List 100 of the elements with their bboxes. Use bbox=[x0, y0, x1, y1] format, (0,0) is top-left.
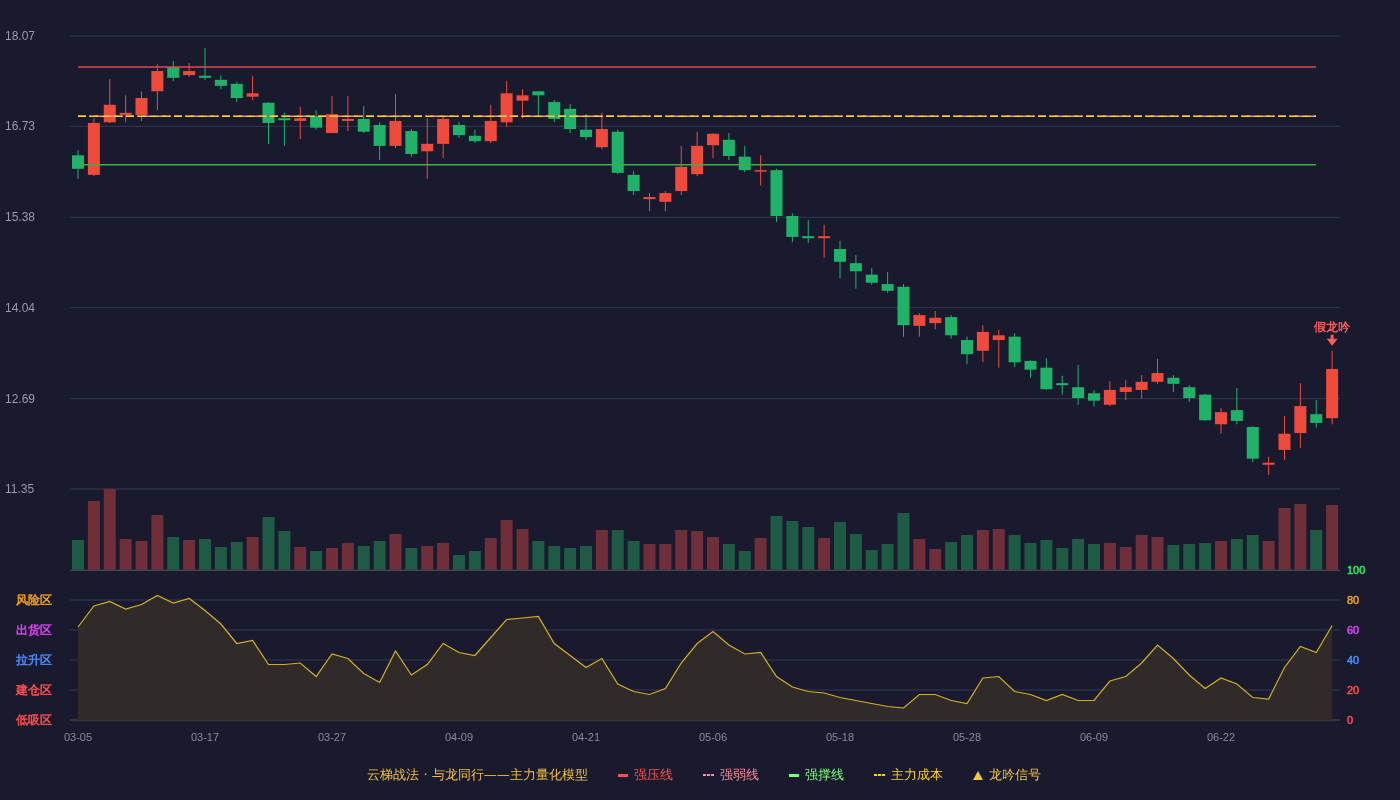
candlestick bbox=[167, 60, 180, 82]
volume-bar bbox=[326, 548, 338, 570]
candlestick bbox=[278, 112, 291, 147]
candlestick bbox=[1008, 332, 1021, 368]
volume-bar bbox=[1103, 543, 1116, 570]
candlestick bbox=[1199, 393, 1212, 422]
volume-bar bbox=[484, 538, 497, 570]
candlestick bbox=[786, 212, 799, 243]
axis-label: 15.38 bbox=[5, 210, 36, 225]
volume-bar bbox=[1024, 543, 1037, 570]
candlestick bbox=[516, 88, 529, 119]
volume-bar bbox=[802, 527, 815, 570]
candlestick bbox=[103, 78, 116, 124]
volume-bar bbox=[595, 530, 608, 570]
volume-bar bbox=[611, 530, 624, 570]
candlestick bbox=[770, 168, 783, 223]
volume-bar bbox=[1246, 535, 1259, 570]
candlestick bbox=[754, 154, 767, 187]
candlestick bbox=[1024, 359, 1037, 379]
candlestick bbox=[357, 105, 370, 134]
candlestick bbox=[389, 93, 402, 149]
volume-bar bbox=[373, 541, 386, 570]
candlestick bbox=[437, 115, 450, 159]
axis-label: 03-27 bbox=[317, 731, 347, 743]
candlestick bbox=[310, 109, 323, 131]
candlestick bbox=[1072, 364, 1085, 406]
volume-bar bbox=[437, 543, 450, 570]
zone-label: 拉升区 bbox=[16, 653, 52, 667]
volume-bar bbox=[643, 544, 656, 570]
volume-bar bbox=[246, 537, 259, 570]
volume-bar bbox=[1230, 539, 1243, 570]
zone-label: 建仓区 bbox=[16, 683, 52, 697]
axis-label: 04-09 bbox=[444, 731, 474, 743]
candlestick bbox=[183, 62, 196, 78]
volume-bar bbox=[1135, 535, 1148, 570]
legend-label: 龙吟信号 bbox=[988, 766, 1041, 784]
candlestick bbox=[532, 90, 545, 118]
volume-bar bbox=[1278, 508, 1291, 570]
axis-label: 04-21 bbox=[571, 731, 601, 743]
volume-bar bbox=[1215, 541, 1227, 570]
legend-label: 强压线 bbox=[633, 766, 673, 784]
volume-bar bbox=[87, 501, 100, 570]
candlestick bbox=[1183, 384, 1196, 403]
volume-bar bbox=[818, 538, 831, 570]
volume-bar bbox=[1119, 547, 1132, 570]
axis-label: 06-22 bbox=[1206, 731, 1236, 743]
volume-bar bbox=[865, 550, 878, 570]
volume-bar bbox=[707, 537, 719, 570]
volume-bar bbox=[929, 549, 942, 570]
candlestick bbox=[1040, 357, 1053, 391]
volume-bar bbox=[992, 529, 1005, 570]
candlestick bbox=[564, 103, 577, 134]
candlestick bbox=[961, 336, 973, 365]
volume-bar bbox=[675, 530, 688, 570]
candlestick bbox=[1056, 375, 1069, 396]
axis-label: 18.07 bbox=[5, 29, 36, 43]
candlestick bbox=[1103, 380, 1116, 407]
candlestick bbox=[151, 63, 164, 111]
candlestick bbox=[199, 47, 211, 81]
volume-bar bbox=[119, 539, 132, 570]
volume-bar bbox=[1294, 504, 1307, 570]
volume-bar bbox=[659, 544, 672, 570]
signal-label: 假龙吟 bbox=[1314, 319, 1351, 334]
candlestick bbox=[119, 94, 132, 123]
candlestick bbox=[1230, 387, 1243, 425]
candlestick bbox=[1246, 425, 1259, 463]
volume-bar bbox=[1008, 535, 1021, 570]
volume-bar bbox=[294, 547, 307, 570]
candlestick bbox=[659, 190, 672, 212]
volume-bar bbox=[945, 542, 958, 570]
arrow-down-icon bbox=[1326, 334, 1338, 346]
candlestick bbox=[246, 75, 259, 101]
candlestick bbox=[976, 324, 989, 363]
volume-bar bbox=[564, 548, 577, 570]
volume-bar bbox=[754, 538, 767, 570]
volume-bar bbox=[1040, 540, 1053, 570]
volume-bar bbox=[72, 540, 84, 570]
axis-label: 14.04 bbox=[5, 300, 36, 315]
candlestick bbox=[1294, 382, 1307, 449]
zone-label: 出货区 bbox=[16, 623, 52, 637]
volume-bar bbox=[1199, 543, 1212, 570]
zone-label: 风险区 bbox=[16, 593, 52, 607]
axis-label: 100 bbox=[1347, 564, 1366, 576]
candlestick bbox=[405, 128, 418, 158]
volume-bar bbox=[532, 541, 545, 570]
candlestick bbox=[135, 90, 148, 122]
volume-bar bbox=[1167, 545, 1180, 570]
candlestick bbox=[897, 283, 910, 338]
candlestick bbox=[834, 240, 846, 280]
axis-label: 03-05 bbox=[63, 731, 93, 743]
candlestick bbox=[849, 254, 862, 290]
candlestick bbox=[722, 132, 735, 161]
candlestick bbox=[326, 95, 338, 134]
candlestick bbox=[818, 224, 831, 259]
candlestick bbox=[945, 314, 958, 340]
volume-bar bbox=[1056, 548, 1069, 570]
axis-label: 12.69 bbox=[5, 391, 36, 406]
candlestick bbox=[214, 74, 227, 90]
axis-label: 0 bbox=[1347, 714, 1354, 726]
candlestick bbox=[484, 104, 497, 144]
